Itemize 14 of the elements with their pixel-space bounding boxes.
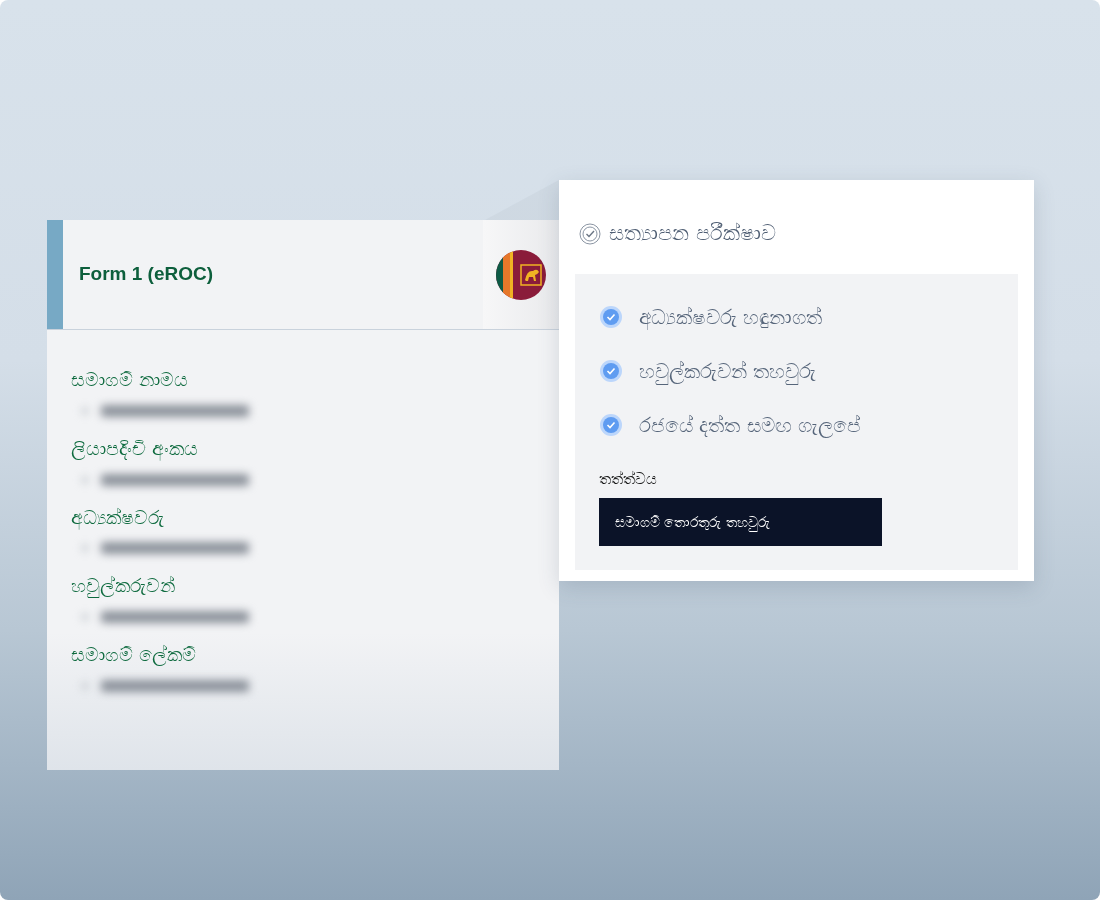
section-label: සමාගම් ලේකම්: [71, 643, 198, 666]
form-title: Form 1 (eROC): [79, 262, 214, 287]
check-label: රජයේ දත්ත සමඟ ගැලපේ: [639, 411, 862, 440]
card-title: සත්‍යාපන පරීක්ෂාව: [609, 220, 776, 247]
section-label: ලියාපදිංචි අංකය: [71, 436, 200, 460]
status-value: සමාගම් තොරතුරු තහවුරු: [599, 498, 882, 546]
check-label: හවුල්කරුවන් තහවුරු: [639, 357, 817, 386]
flag-icon: [496, 249, 546, 300]
section-label: අධ්‍යක්ෂවරු: [71, 505, 165, 529]
section-label: සමාගම් නාමය: [71, 368, 190, 391]
status-label: තත්ත්වය: [599, 468, 658, 490]
section-label: හවුල්කරුවන්: [71, 574, 176, 598]
check-label: අධ්‍යක්ෂවරු හඳුනාගත්: [639, 303, 823, 332]
check-circle-icon: [579, 222, 601, 245]
